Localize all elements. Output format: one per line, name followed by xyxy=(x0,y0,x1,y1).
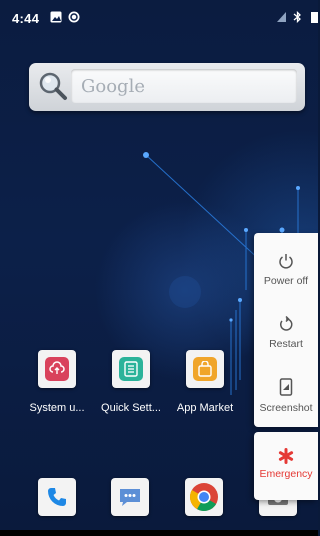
restart-button[interactable]: Restart xyxy=(254,316,318,350)
app-app-market[interactable]: App Market xyxy=(167,350,243,414)
checklist-icon[interactable] xyxy=(112,350,150,388)
cloud-update-icon[interactable] xyxy=(38,350,76,388)
status-time: 4:44 xyxy=(12,11,40,26)
search-widget[interactable]: Google xyxy=(29,63,305,111)
bluetooth-icon xyxy=(293,11,301,23)
signal-icon xyxy=(277,12,286,22)
navigation-bar xyxy=(0,530,318,536)
phone-icon[interactable] xyxy=(38,478,76,516)
messages-icon[interactable] xyxy=(111,478,149,516)
screenshot-button[interactable]: Screenshot xyxy=(254,378,318,414)
power-off-label: Power off xyxy=(263,275,309,287)
restart-icon xyxy=(280,316,293,331)
screenshot-label: Screenshot xyxy=(259,402,313,414)
emergency-label: Emergency xyxy=(259,468,313,480)
screenshot-icon xyxy=(279,378,293,396)
status-bar: 4:44 xyxy=(0,0,318,34)
app-quick-settings[interactable]: Quick Sett... xyxy=(93,350,169,414)
search-input[interactable]: Google xyxy=(71,69,297,103)
sync-icon xyxy=(68,11,80,23)
power-icon xyxy=(279,254,293,269)
app-system-update[interactable]: System u... xyxy=(19,350,95,414)
asterisk-icon xyxy=(278,448,294,464)
emergency-button[interactable]: Emergency xyxy=(254,432,318,500)
chrome-icon[interactable] xyxy=(185,478,223,516)
battery-icon xyxy=(311,12,318,23)
magnifier-icon[interactable] xyxy=(37,70,69,102)
shopping-bag-icon[interactable] xyxy=(186,350,224,388)
app-label: App Market xyxy=(176,402,234,414)
app-label: Quick Sett... xyxy=(101,402,161,414)
power-menu: Power off Restart Screenshot xyxy=(254,233,318,427)
restart-label: Restart xyxy=(269,338,303,350)
app-label: System u... xyxy=(29,402,85,414)
search-placeholder: Google xyxy=(81,76,145,97)
image-icon xyxy=(50,11,62,23)
power-off-button[interactable]: Power off xyxy=(254,253,318,287)
